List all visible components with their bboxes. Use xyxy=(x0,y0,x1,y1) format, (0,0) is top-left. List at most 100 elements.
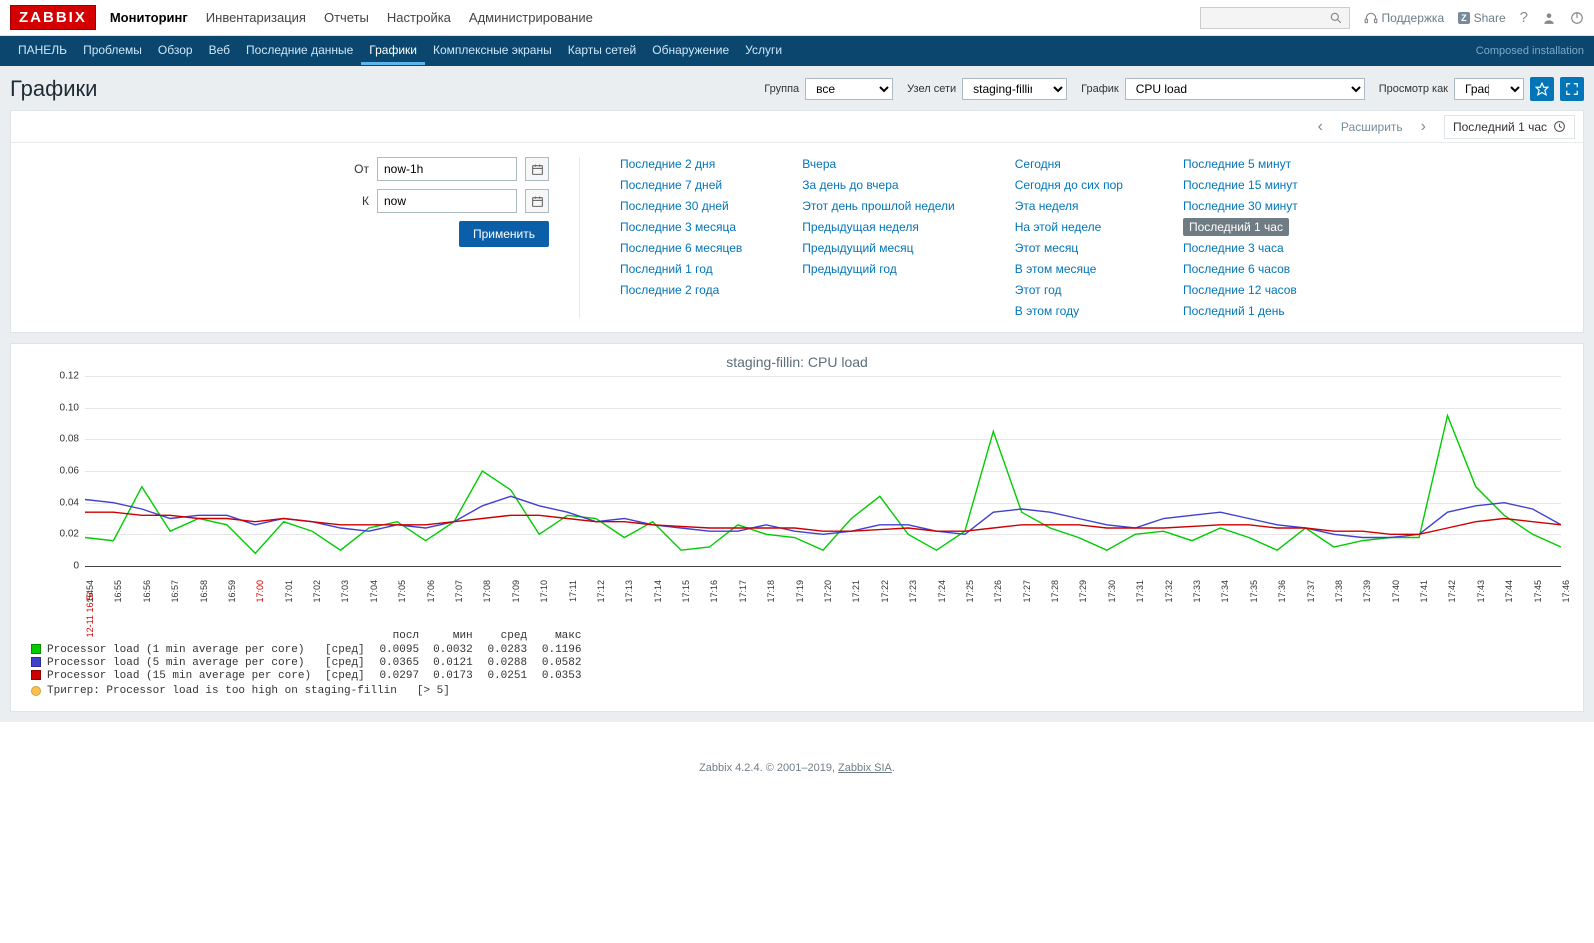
time-preset[interactable]: Последний 1 год xyxy=(620,262,713,276)
legend-row: Processor load (5 min average per core)[… xyxy=(31,657,595,670)
time-preset[interactable]: Последние 3 месяца xyxy=(620,220,736,234)
footer: Zabbix 4.2.4. © 2001–2019, Zabbix SIA. xyxy=(0,722,1594,790)
from-input[interactable] xyxy=(377,157,517,181)
star-icon xyxy=(1535,82,1549,96)
mainmenu-item[interactable]: Администрирование xyxy=(469,10,593,25)
group-select[interactable]: все xyxy=(805,78,893,100)
support-label: Поддержка xyxy=(1382,11,1445,25)
legend-row: Processor load (1 min average per core)[… xyxy=(31,644,595,657)
from-calendar-button[interactable] xyxy=(525,157,549,181)
footer-text: Zabbix 4.2.4. © 2001–2019, xyxy=(699,762,838,774)
y-axis: 00.020.040.060.080.100.12 xyxy=(43,376,83,566)
time-preset[interactable]: Последние 6 часов xyxy=(1183,262,1290,276)
view-select[interactable]: График xyxy=(1454,78,1524,100)
time-preset[interactable]: Последний 1 час xyxy=(1183,218,1289,236)
help-button[interactable]: ? xyxy=(1520,9,1528,26)
trigger-row: Триггер: Processor load is too high on s… xyxy=(31,685,1569,697)
subnav-item[interactable]: Обзор xyxy=(150,37,201,65)
trigger-dot-icon xyxy=(31,686,41,696)
topbar-right: Поддержка Z Share ? xyxy=(1200,7,1584,29)
time-preset[interactable]: Последние 2 дня xyxy=(620,157,715,171)
mainmenu-item[interactable]: Мониторинг xyxy=(110,10,188,25)
fullscreen-button[interactable] xyxy=(1560,77,1584,101)
preset-col-4: Последние 5 минут Последние 15 минут После… xyxy=(1183,157,1298,318)
subnav-item[interactable]: Последние данные xyxy=(238,37,361,65)
time-preset[interactable]: В этом месяце xyxy=(1015,262,1097,276)
time-preset[interactable]: Этот день прошлой недели xyxy=(802,199,954,213)
time-preset[interactable]: Последние 2 года xyxy=(620,283,719,297)
time-preset[interactable]: Этот год xyxy=(1015,283,1062,297)
search-input[interactable] xyxy=(1200,7,1350,29)
preset-col-3: Сегодня Сегодня до сих пор Эта неделя На эт… xyxy=(1015,157,1123,318)
time-preset[interactable]: На этой неделе xyxy=(1015,220,1102,234)
time-next-button[interactable]: › xyxy=(1413,118,1434,136)
graph-select[interactable]: CPU load xyxy=(1125,78,1365,100)
time-preset[interactable]: Последние 30 дней xyxy=(620,199,729,213)
timebar-body: От К Применить Последние 2 дняПоследние … xyxy=(11,143,1583,332)
to-label: К xyxy=(343,194,369,208)
time-zoomout-button[interactable]: Расширить xyxy=(1341,120,1403,134)
fullscreen-icon xyxy=(1565,82,1579,96)
subnav: ПАНЕЛЬПроблемыОбзорВебПоследние данныеГр… xyxy=(0,36,1594,66)
time-preset[interactable]: Последние 7 дней xyxy=(620,178,722,192)
subnav-item[interactable]: Графики xyxy=(361,37,425,65)
subnav-item[interactable]: Комплексные экраны xyxy=(425,37,560,65)
subnav-item[interactable]: ПАНЕЛЬ xyxy=(10,37,75,65)
time-preset[interactable]: Последние 12 часов xyxy=(1183,283,1297,297)
time-preset[interactable]: Последний 1 день xyxy=(1183,304,1285,318)
share-label: Share xyxy=(1474,11,1506,25)
time-preset[interactable]: Предыдущий месяц xyxy=(802,241,913,255)
footer-link[interactable]: Zabbix SIA xyxy=(838,762,892,774)
time-preset[interactable]: Вчера xyxy=(802,157,836,171)
x-axis: 16:5416:5516:5616:5716:5816:5917:0017:01… xyxy=(85,566,1561,590)
time-preset[interactable]: Последние 6 месяцев xyxy=(620,241,742,255)
subnav-item[interactable]: Карты сетей xyxy=(560,37,645,65)
time-preset[interactable]: Предыдущая неделя xyxy=(802,220,919,234)
mainmenu-item[interactable]: Отчеты xyxy=(324,10,369,25)
favorite-button[interactable] xyxy=(1530,77,1554,101)
time-preset[interactable]: Эта неделя xyxy=(1015,199,1079,213)
view-label: Просмотр как xyxy=(1379,83,1448,95)
share-badge-icon: Z xyxy=(1458,12,1470,24)
time-preset[interactable]: За день до вчера xyxy=(802,178,898,192)
subnav-item[interactable]: Проблемы xyxy=(75,37,150,65)
time-prev-button[interactable]: ‹ xyxy=(1310,118,1331,136)
to-input[interactable] xyxy=(377,189,517,213)
trigger-cond: [> 5] xyxy=(417,685,450,697)
support-link[interactable]: Поддержка xyxy=(1364,11,1445,25)
user-button[interactable] xyxy=(1542,11,1556,25)
subnav-item[interactable]: Веб xyxy=(201,37,238,65)
topbar: ZABBIX Мониторинг Инвентаризация Отчеты Нас… xyxy=(0,0,1594,36)
installation-label[interactable]: Composed installation xyxy=(1476,45,1584,57)
calendar-icon xyxy=(531,195,544,208)
logout-button[interactable] xyxy=(1570,11,1584,25)
chart-area[interactable]: 00.020.040.060.080.100.12 16:5416:5516:5… xyxy=(85,376,1561,586)
to-calendar-button[interactable] xyxy=(525,189,549,213)
subnav-item[interactable]: Обнаружение xyxy=(644,37,737,65)
time-preset[interactable]: Последние 3 часа xyxy=(1183,241,1284,255)
subnav-item[interactable]: Услуги xyxy=(737,37,790,65)
timebar-wrapper: ‹ Расширить › Последний 1 час От К xyxy=(0,110,1594,722)
time-preset[interactable]: Предыдущий год xyxy=(802,262,896,276)
mainmenu-item[interactable]: Настройка xyxy=(387,10,451,25)
legend-table: послминсредмакс Processor load (1 min av… xyxy=(31,630,595,683)
page-title: Графики xyxy=(10,76,756,102)
host-select[interactable]: staging-fillin xyxy=(962,78,1067,100)
time-preset[interactable]: Этот месяц xyxy=(1015,241,1079,255)
headset-icon xyxy=(1364,11,1378,25)
time-preset[interactable]: Последние 5 минут xyxy=(1183,157,1291,171)
time-preset[interactable]: Сегодня xyxy=(1015,157,1061,171)
time-presets: Последние 2 дня Последние 7 дней Последние… xyxy=(610,157,1565,318)
mainmenu-item[interactable]: Инвентаризация xyxy=(206,10,306,25)
logo[interactable]: ZABBIX xyxy=(10,5,96,30)
share-link[interactable]: Z Share xyxy=(1458,11,1506,25)
trigger-label: Триггер: Processor load is too high on s… xyxy=(47,685,397,697)
apply-button[interactable]: Применить xyxy=(459,221,549,247)
time-preset[interactable]: Сегодня до сих пор xyxy=(1015,178,1123,192)
time-preset[interactable]: Последние 30 минут xyxy=(1183,199,1298,213)
graph-label: График xyxy=(1081,83,1119,95)
current-range[interactable]: Последний 1 час xyxy=(1444,115,1575,139)
time-preset[interactable]: Последние 15 минут xyxy=(1183,178,1298,192)
filter-controls: Группа все Узел сети staging-fillin Граф… xyxy=(756,77,1584,101)
time-preset[interactable]: В этом году xyxy=(1015,304,1079,318)
